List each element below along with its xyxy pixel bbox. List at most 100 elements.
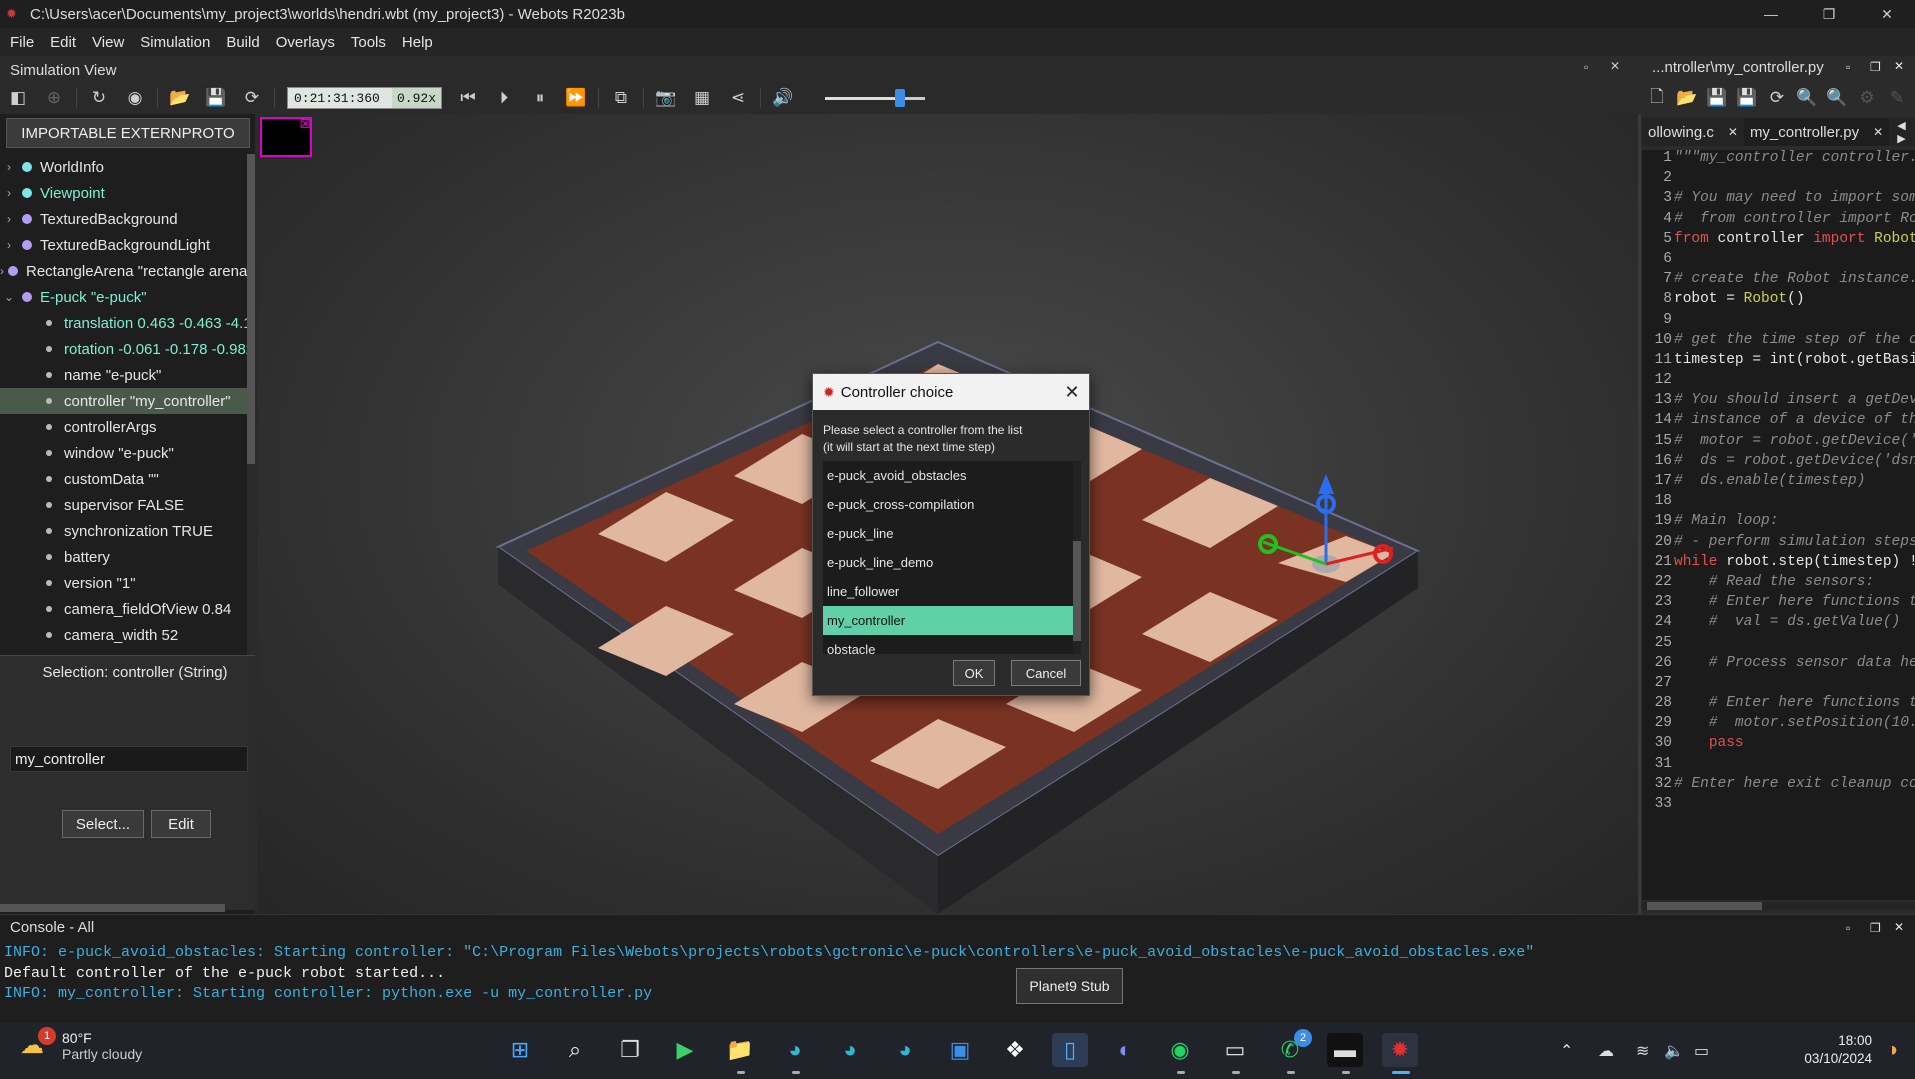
dropbox-icon[interactable]: ❖	[997, 1033, 1033, 1067]
file-explorer-icon[interactable]: 📁	[722, 1033, 758, 1067]
rendering-toggle-icon[interactable]: ⧉	[603, 84, 639, 112]
tree-field[interactable]: customData ""	[0, 466, 248, 492]
code-editor[interactable]: 1 """my_controller controller. 2 3 # You may…	[1642, 150, 1915, 900]
controller-list-item[interactable]: my_controller	[823, 606, 1075, 635]
speaker-icon[interactable]: 🔈	[1664, 1022, 1684, 1079]
tree-field[interactable]: window "e-puck"	[0, 440, 248, 466]
revert-icon[interactable]: ⟳	[1762, 84, 1792, 112]
replace-icon[interactable]: 🔍	[1822, 84, 1852, 112]
code-hscroll[interactable]	[1642, 902, 1915, 910]
share-icon[interactable]: ⋖	[720, 84, 756, 112]
controller-list-item[interactable]: e-puck_avoid_obstacles	[823, 461, 1075, 490]
select-controller-button[interactable]: Select...	[62, 810, 144, 838]
open-file-icon[interactable]: 📂	[1672, 84, 1702, 112]
tree-field[interactable]: rotation -0.061 -0.178 -0.982	[0, 336, 248, 362]
overlay-close-icon[interactable]: ⊠	[299, 115, 311, 132]
open-world-icon[interactable]: 📂	[162, 84, 198, 112]
reset-simulation-icon[interactable]: ⏮	[450, 84, 486, 112]
menu-edit[interactable]: Edit	[50, 34, 76, 51]
expand-chevron-icon[interactable]: ⌄	[0, 290, 18, 304]
dock-float-icon[interactable]: ▫	[1846, 60, 1850, 74]
google-play-games-icon[interactable]: ▶	[667, 1033, 703, 1067]
edit-controller-button[interactable]: Edit	[151, 810, 211, 838]
camera-overlay[interactable]: ⊠	[260, 115, 312, 157]
console-output[interactable]: INFO: e-puck_avoid_obstacles: Starting c…	[4, 943, 1534, 1005]
tab-close-icon[interactable]: ✕	[1873, 125, 1883, 139]
tree-field[interactable]: name "e-puck"	[0, 362, 248, 388]
find-icon[interactable]: 🔍	[1792, 84, 1822, 112]
dock-float-icon[interactable]: ▫	[1584, 60, 1588, 74]
task-view-icon[interactable]: ❐	[612, 1033, 648, 1067]
expand-chevron-icon[interactable]: ›	[0, 186, 18, 200]
save-file-icon[interactable]: 💾	[1702, 84, 1732, 112]
tab-scroll-arrows-icon[interactable]: ◀ ▶	[1897, 119, 1915, 145]
ok-button[interactable]: OK	[953, 660, 995, 686]
fast-forward-icon[interactable]: ⏩	[558, 84, 594, 112]
panel-splitter[interactable]	[1638, 114, 1641, 914]
tree-field[interactable]: controller "my_controller"	[0, 388, 248, 414]
expand-chevron-icon[interactable]: ›	[0, 160, 18, 174]
dock-close-icon[interactable]: ✕	[1894, 920, 1904, 934]
pause-icon[interactable]: ⏸	[522, 84, 558, 112]
console-app-icon[interactable]: ▬	[1327, 1033, 1363, 1067]
tree-node[interactable]: › TexturedBackground	[0, 206, 248, 232]
record-movie-icon[interactable]: ▦	[684, 84, 720, 112]
edge-dev-icon[interactable]: ◕	[887, 1033, 923, 1067]
search-icon[interactable]: ⌕	[557, 1033, 593, 1067]
start-windows-icon[interactable]: ⊞	[502, 1033, 538, 1067]
editor-tab[interactable]: ollowing.c ✕	[1642, 118, 1744, 146]
maximize-button[interactable]: ❐	[1801, 0, 1857, 28]
editor-tab[interactable]: my_controller.py ✕	[1743, 118, 1890, 146]
dock-close-icon[interactable]: ✕	[1894, 59, 1904, 73]
clean-icon[interactable]: ✎	[1882, 84, 1912, 112]
tree-node[interactable]: › WorldInfo	[0, 154, 248, 180]
new-file-icon[interactable]: 🗋	[1642, 84, 1672, 112]
controller-list[interactable]: e-puck_avoid_obstacles e-puck_cross-compi…	[823, 461, 1075, 654]
tree-field[interactable]: version "1"	[0, 570, 248, 596]
left-panel-hscroll[interactable]	[0, 904, 225, 912]
dock-close-icon[interactable]: ✕	[1610, 59, 1620, 73]
save-as-icon[interactable]: 💾	[1732, 84, 1762, 112]
tree-node[interactable]: › RectangleArena "rectangle arena"	[0, 258, 248, 284]
tray-chevron-icon[interactable]: ⌃	[1560, 1022, 1573, 1079]
volume-slider-thumb[interactable]	[895, 88, 905, 107]
reset-view-icon[interactable]: ↻	[81, 84, 117, 112]
reload-world-icon[interactable]: ⟳	[234, 84, 270, 112]
step-icon[interactable]: ⏵	[486, 84, 522, 112]
weather-widget[interactable]: ☁ 1 80°F Partly cloudy	[20, 1027, 142, 1062]
tree-field[interactable]: translation 0.463 -0.463 -4.1	[0, 310, 248, 336]
controller-value-input[interactable]: my_controller	[10, 746, 248, 772]
tree-field[interactable]: controllerArgs	[0, 414, 248, 440]
controller-list-item[interactable]: e-puck_line	[823, 519, 1075, 548]
battery-icon[interactable]: ▭	[1694, 1022, 1709, 1079]
edge-beta-icon[interactable]: ◕	[832, 1033, 868, 1067]
controller-list-item[interactable]: line_follower	[823, 577, 1075, 606]
expand-chevron-icon[interactable]: ›	[0, 238, 18, 252]
controller-list-scrollbar[interactable]	[1073, 461, 1081, 654]
menu-help[interactable]: Help	[402, 34, 433, 51]
tree-field[interactable]: synchronization TRUE	[0, 518, 248, 544]
tree-field[interactable]: supervisor FALSE	[0, 492, 248, 518]
clock[interactable]: 18:00 03/10/2024	[1796, 1032, 1872, 1068]
spotify-icon[interactable]: ◉	[1162, 1033, 1198, 1067]
tree-field[interactable]: camera_fieldOfView 0.84	[0, 596, 248, 622]
close-button[interactable]: ✕	[1859, 0, 1915, 28]
save-world-icon[interactable]: 💾	[198, 84, 234, 112]
dock-undock-icon[interactable]: ❐	[1870, 60, 1881, 74]
tree-node[interactable]: › TexturedBackgroundLight	[0, 232, 248, 258]
cancel-button[interactable]: Cancel	[1011, 660, 1081, 686]
discord-icon[interactable]: ◐	[1107, 1033, 1143, 1067]
edge-browser-icon[interactable]: ◕	[777, 1033, 813, 1067]
tab-close-icon[interactable]: ✕	[1728, 125, 1738, 139]
dock-undock-icon[interactable]: ❐	[1870, 921, 1881, 935]
tree-node[interactable]: › Viewpoint	[0, 180, 248, 206]
menu-file[interactable]: File	[10, 34, 34, 51]
webots-taskbar-icon[interactable]: ✹	[1382, 1033, 1418, 1067]
dialog-close-icon[interactable]: ✕	[1055, 382, 1089, 403]
build-icon[interactable]: ⚙	[1852, 84, 1882, 112]
planet9-icon[interactable]: ▯	[1052, 1033, 1088, 1067]
expand-chevron-icon[interactable]: ›	[0, 212, 18, 226]
screenshot-camera-icon[interactable]: 📷	[648, 84, 684, 112]
menu-tools[interactable]: Tools	[351, 34, 386, 51]
menu-simulation[interactable]: Simulation	[140, 34, 210, 51]
